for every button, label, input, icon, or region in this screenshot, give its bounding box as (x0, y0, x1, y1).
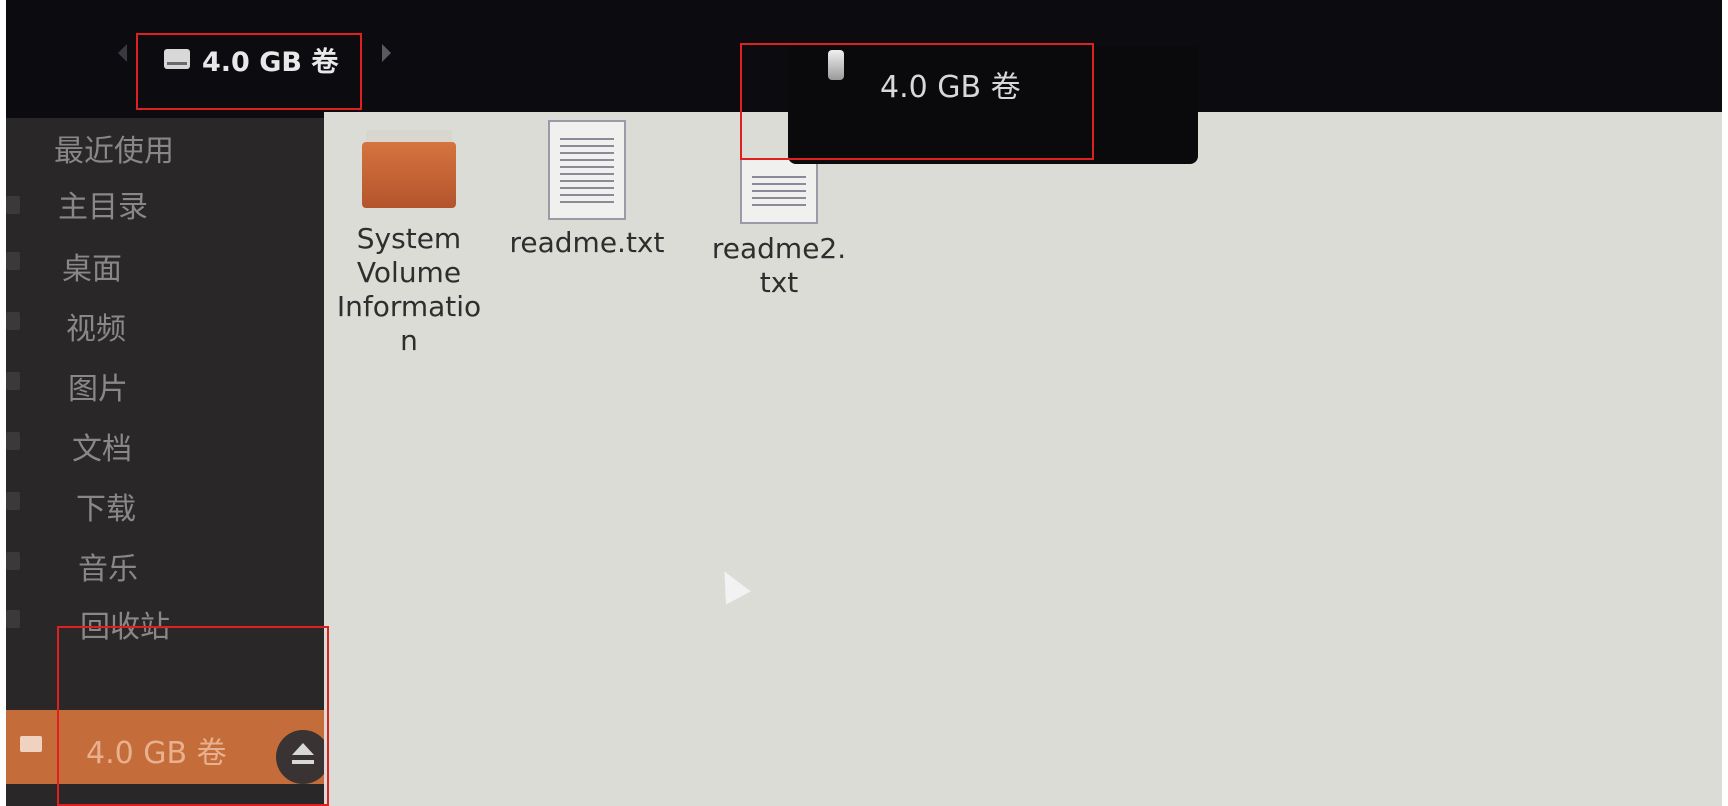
file-item-folder[interactable]: System Volume Informatio n (334, 130, 484, 358)
sidebar-item-label: 桌面 (62, 252, 122, 287)
file-name: readme2. txt (711, 232, 847, 299)
home-icon (6, 196, 20, 214)
sidebar-item-home[interactable]: 主目录 (6, 174, 336, 230)
annotation-box-drive (57, 626, 329, 806)
sidebar-item-desktop[interactable]: 桌面 (6, 236, 336, 292)
sidebar-item-label: 主目录 (58, 190, 148, 225)
document-icon (6, 432, 20, 450)
sidebar-item-label: 下载 (76, 492, 136, 527)
folder-icon (362, 130, 456, 208)
camera-icon (6, 372, 20, 390)
text-file-icon (740, 158, 818, 224)
download-icon (6, 492, 20, 510)
annotation-box-path (136, 33, 362, 110)
text-file-icon (548, 120, 626, 220)
sidebar-item-label: 图片 (68, 372, 128, 407)
sidebar-item-downloads[interactable]: 下载 (6, 476, 336, 532)
sidebar-item-documents[interactable]: 文档 (6, 416, 336, 472)
file-name: readme.txt (509, 226, 665, 259)
desktop-icon (6, 252, 20, 270)
file-name: System Volume Informatio n (336, 222, 482, 357)
sidebar-item-label: 文档 (72, 432, 132, 467)
sidebar-item-label: 音乐 (78, 552, 138, 587)
music-icon (6, 552, 20, 570)
drive-icon (20, 736, 42, 752)
forward-arrow-icon[interactable] (382, 44, 391, 62)
sidebar-item-label: 最近使用 (54, 134, 174, 169)
back-arrow-icon[interactable] (118, 44, 127, 62)
file-item-readme2[interactable]: readme2. txt (704, 158, 854, 300)
sidebar-item-recent[interactable]: 最近使用 (6, 118, 336, 174)
video-icon (6, 312, 20, 330)
sidebar-item-music[interactable]: 音乐 (6, 536, 336, 592)
sidebar-item-pictures[interactable]: 图片 (6, 356, 336, 412)
trash-icon (6, 610, 20, 628)
file-view[interactable]: System Volume Informatio n readme.txt re… (324, 112, 1722, 806)
sidebar-item-label: 视频 (66, 312, 126, 347)
file-item-readme[interactable]: readme.txt (502, 120, 672, 260)
sidebar-item-videos[interactable]: 视频 (6, 296, 336, 352)
annotation-box-tooltip (740, 43, 1094, 160)
